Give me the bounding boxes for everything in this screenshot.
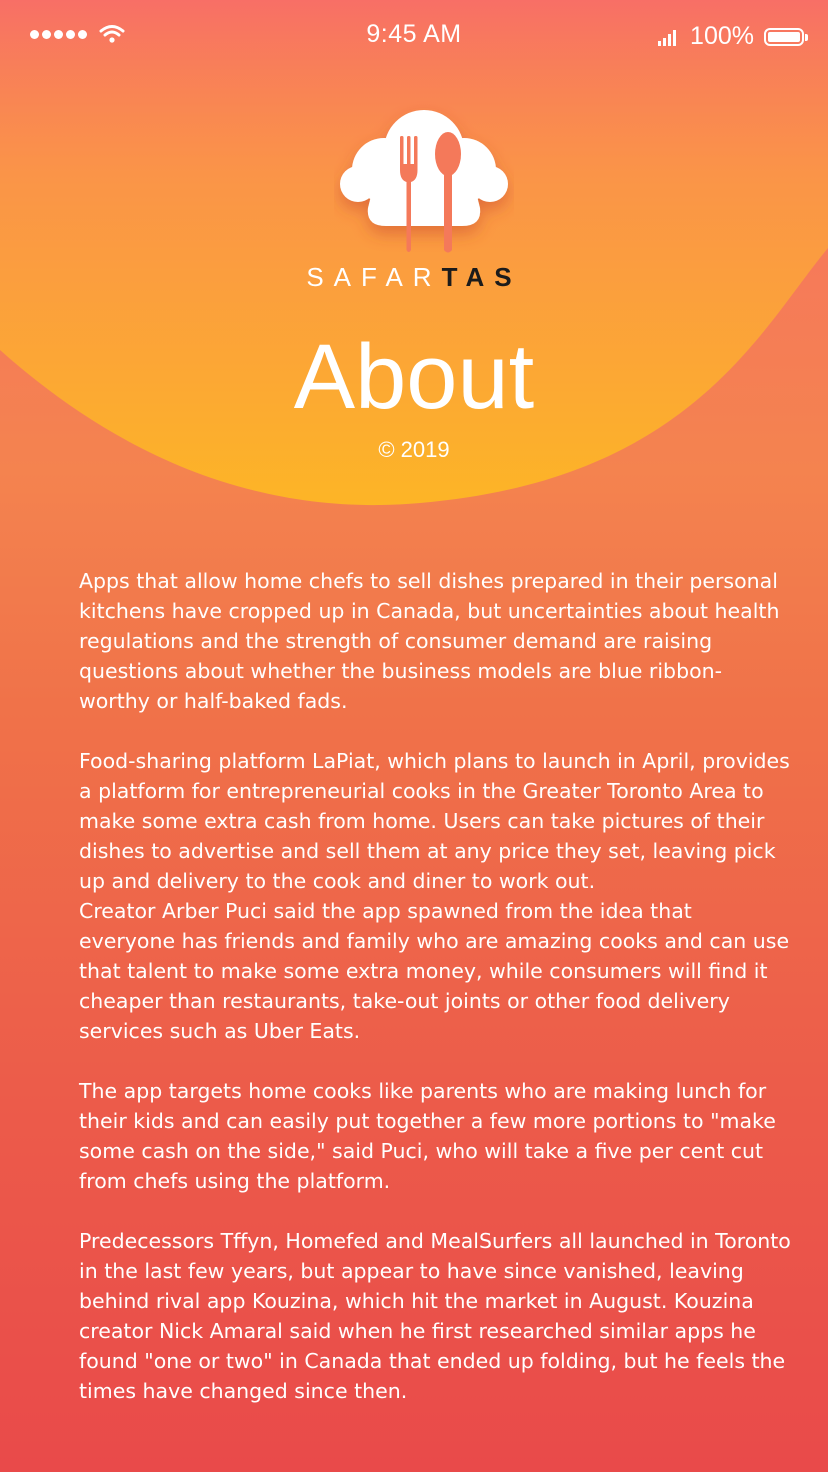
article-paragraph: The app targets home cooks like parents …: [79, 1079, 776, 1193]
article-paragraph: Predecessors Tffyn, Homefed and MealSurf…: [79, 1229, 791, 1403]
status-bar: 9:45 AM 100%: [0, 0, 828, 76]
page-title: About: [293, 326, 535, 428]
article-paragraph: Food-sharing platform LaPiat, which plan…: [79, 749, 790, 893]
brand-name-light: SAFAR: [306, 262, 442, 292]
copyright-text: © 2019: [378, 437, 450, 462]
battery-icon: [764, 27, 808, 46]
brand-name-dark: TAS: [441, 262, 522, 292]
cellular-signal-icon: [658, 29, 677, 46]
battery-percent: 100%: [690, 22, 754, 50]
brand-wordmark: SAFARTAS: [0, 262, 828, 293]
chef-hat-fork-spoon-icon: [340, 110, 508, 253]
status-right: 100%: [658, 22, 808, 51]
article-paragraph: Apps that allow home chefs to sell dishe…: [79, 569, 780, 713]
article-paragraph: Creator Arber Puci said the app spawned …: [79, 899, 790, 1043]
article-body: Apps that allow home chefs to sell dishe…: [79, 566, 791, 1436]
